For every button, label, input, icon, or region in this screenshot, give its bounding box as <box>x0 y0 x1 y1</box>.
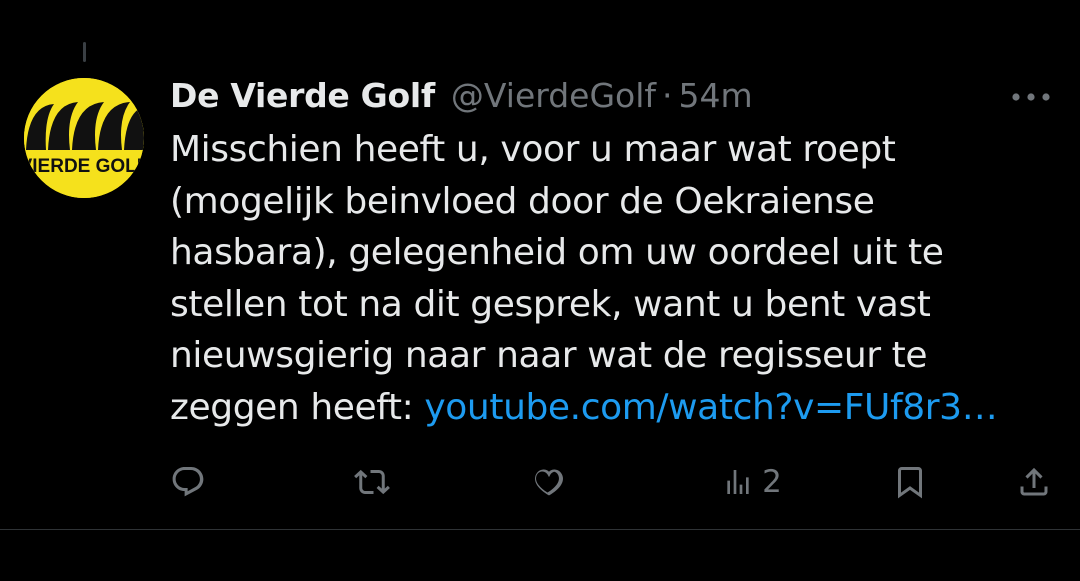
tweet-text-line: stellen tot na dit gesprek, want u bent … <box>170 283 931 325</box>
reply-button[interactable] <box>166 458 210 506</box>
avatar[interactable]: VIERDE GOLF <box>24 78 144 198</box>
tweet-header: De Vierde Golf @VierdeGolf · 54m <box>170 72 753 118</box>
retweet-button[interactable] <box>350 458 394 506</box>
user-handle[interactable]: @VierdeGolf <box>451 76 656 115</box>
share-button[interactable] <box>1012 458 1056 506</box>
tweet-text-line: nieuwsgierig naar naar wat de regisseur … <box>170 335 928 376</box>
reply-icon <box>172 467 204 497</box>
bookmark-icon <box>898 467 922 499</box>
separator-dot: · <box>662 75 673 115</box>
retweet-icon <box>354 469 390 495</box>
tweet-text-last-line: zeggen heeft: youtube.com/watch?v=FUf8r3… <box>170 382 1050 434</box>
display-name[interactable]: De Vierde Golf <box>170 76 435 115</box>
more-options-button[interactable] <box>1006 80 1056 114</box>
views-icon <box>727 470 749 494</box>
tweet-text-line: (mogelijk beinvloed door de Oekraiense <box>170 180 875 222</box>
like-button[interactable] <box>527 458 571 506</box>
youtube-link[interactable]: youtube.com/watch?v=FUf8r3… <box>424 387 997 428</box>
thread-connector-line <box>83 42 86 62</box>
views-count: 2 <box>762 464 782 500</box>
bookmark-button[interactable] <box>888 458 932 506</box>
heart-icon <box>535 469 563 496</box>
tweet-text-line: Misschien heeft u, voor u maar wat roept <box>170 129 896 170</box>
avatar-brand-text: VIERDE GOLF <box>24 156 144 177</box>
avatar-logo-icon: VIERDE GOLF <box>24 78 144 198</box>
share-icon <box>1020 467 1048 496</box>
tweet-actions-bar: 2 <box>0 458 1080 506</box>
timestamp[interactable]: 54m <box>679 76 753 115</box>
more-dots-icon <box>1012 93 1050 101</box>
views-button[interactable]: 2 <box>712 458 792 506</box>
tweet-divider <box>0 529 1080 530</box>
tweet-text-line: hasbara), gelegenheid om uw oordeel uit … <box>170 232 944 273</box>
tweet-text-prefix: zeggen heeft: <box>170 386 425 428</box>
tweet-text: Misschien heeft u, voor u maar wat roept… <box>170 124 1050 433</box>
